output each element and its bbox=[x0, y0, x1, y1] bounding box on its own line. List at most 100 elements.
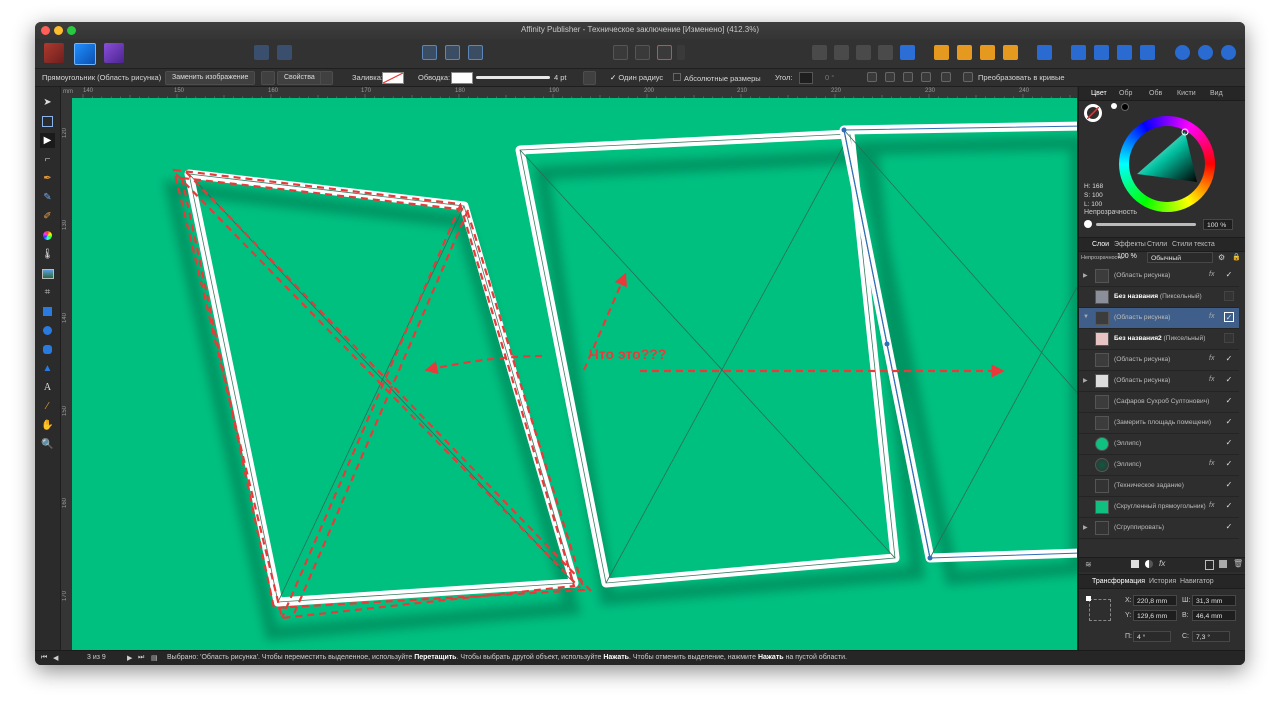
tab-view[interactable]: Вид bbox=[1210, 90, 1223, 97]
triangle-tool-icon[interactable]: ▲ bbox=[40, 361, 55, 376]
convert-curves-icon[interactable] bbox=[963, 72, 973, 82]
layer-row[interactable]: Без названия (Пиксельный) bbox=[1079, 287, 1239, 308]
layer-visibility-checkbox[interactable]: ✓ bbox=[1224, 396, 1234, 406]
layer-row[interactable]: (Замерить площадь помещени) ✓ bbox=[1079, 413, 1239, 434]
document-setup-icon[interactable] bbox=[254, 45, 269, 60]
layer-row[interactable]: ▶ (Область рисунка) fx ✓ bbox=[1079, 266, 1239, 287]
picture-frame-icon[interactable] bbox=[40, 266, 55, 281]
layer-visibility-checkbox[interactable]: ✓ bbox=[1224, 480, 1234, 490]
transform-origin-icon[interactable] bbox=[867, 72, 877, 82]
angle-value[interactable]: 0 ° bbox=[825, 73, 834, 82]
stroke-settings-gear-icon[interactable] bbox=[583, 71, 596, 85]
preflight-icon[interactable] bbox=[277, 45, 292, 60]
page-options-icon[interactable]: ▤ bbox=[151, 654, 158, 662]
layers-stack-icon[interactable]: ≋ bbox=[1085, 560, 1092, 569]
rounded-rectangle-icon[interactable] bbox=[40, 342, 55, 357]
tab-brushes[interactable]: Кисти bbox=[1177, 90, 1196, 97]
tab-stroke[interactable]: Обв bbox=[1149, 90, 1162, 97]
group-layer-icon[interactable] bbox=[1219, 560, 1227, 568]
opacity-slider[interactable] bbox=[1096, 223, 1196, 226]
show-text-wrap-icon[interactable] bbox=[1198, 45, 1213, 60]
selection-handle[interactable] bbox=[841, 127, 847, 133]
snap-center-icon[interactable] bbox=[468, 45, 483, 60]
layer-disclosure-icon[interactable]: ▶ bbox=[1083, 524, 1088, 531]
flip-vertical-icon[interactable] bbox=[1094, 45, 1109, 60]
snap-bounds-icon[interactable] bbox=[445, 45, 460, 60]
y-field[interactable]: 129,6 mm bbox=[1133, 610, 1177, 621]
mask-layer-icon[interactable] bbox=[1131, 560, 1139, 568]
first-page-icon[interactable]: ⏮ bbox=[41, 654, 47, 662]
layer-row[interactable]: (Эллипс) fx ✓ bbox=[1079, 455, 1239, 476]
assets-icon[interactable] bbox=[1221, 45, 1236, 60]
stroke-width-value[interactable]: 4 pt bbox=[554, 73, 567, 82]
previous-page-icon[interactable]: ◀ bbox=[53, 654, 58, 662]
layer-row[interactable]: (Сафаров Сухроб Султонович) ✓ bbox=[1079, 392, 1239, 413]
boolean-divide-icon[interactable] bbox=[900, 45, 915, 60]
layer-row[interactable]: (Область рисунка) fx ✓ bbox=[1079, 350, 1239, 371]
layer-row[interactable]: (Эллипс) ✓ bbox=[1079, 434, 1239, 455]
layer-row[interactable]: ▼ (Область рисунка) fx ✓ bbox=[1079, 308, 1239, 329]
snapping-magnet-icon[interactable] bbox=[657, 45, 672, 60]
ellipse-tool-icon[interactable] bbox=[40, 323, 55, 338]
arrange-back-icon[interactable] bbox=[934, 45, 949, 60]
tab-layers[interactable]: Слои bbox=[1092, 241, 1109, 248]
layer-fx-icon[interactable]: fx bbox=[1209, 271, 1214, 278]
layer-row[interactable]: Без названия2 (Пиксельный) bbox=[1079, 329, 1239, 350]
anchor-point-selector[interactable] bbox=[1086, 596, 1111, 621]
selection-handle[interactable] bbox=[927, 555, 933, 561]
rotate-left-icon[interactable] bbox=[1117, 45, 1132, 60]
picker-black-icon[interactable] bbox=[1121, 103, 1129, 111]
boolean-add-icon[interactable] bbox=[812, 45, 827, 60]
tab-navigator[interactable]: Навигатор bbox=[1180, 578, 1214, 585]
height-field[interactable]: 46,4 mm bbox=[1192, 610, 1236, 621]
snap-frame-icon[interactable] bbox=[422, 45, 437, 60]
layer-row[interactable]: (Техническое задание) ✓ bbox=[1079, 476, 1239, 497]
color-picker-icon[interactable]: ⁄ bbox=[40, 399, 55, 414]
corner-tool-icon[interactable]: ⌐ bbox=[40, 152, 55, 167]
publisher-persona-icon[interactable] bbox=[74, 43, 96, 65]
insert-text-wrap-icon[interactable] bbox=[1175, 45, 1190, 60]
rotate-right-icon[interactable] bbox=[1140, 45, 1155, 60]
layer-fx-icon[interactable]: fx bbox=[1209, 376, 1214, 383]
tab-color[interactable]: Цвет bbox=[1091, 90, 1107, 97]
fit-icon[interactable] bbox=[903, 72, 913, 82]
layer-fx-icon[interactable]: fx bbox=[1209, 502, 1214, 509]
layer-visibility-checkbox[interactable] bbox=[1224, 333, 1234, 343]
artistic-text-icon[interactable]: A bbox=[40, 380, 55, 395]
layer-disclosure-icon[interactable]: ▶ bbox=[1083, 272, 1088, 279]
layer-visibility-checkbox[interactable]: ✓ bbox=[1224, 270, 1234, 280]
contour-icon[interactable] bbox=[941, 72, 951, 82]
layer-fx-icon[interactable]: fx bbox=[1209, 355, 1214, 362]
grid-icon[interactable] bbox=[613, 45, 628, 60]
layer-visibility-checkbox[interactable]: ✓ bbox=[1224, 522, 1234, 532]
canvas-artwork[interactable] bbox=[72, 98, 1077, 650]
tab-swatches[interactable]: Обр bbox=[1119, 90, 1132, 97]
stroke-swatch[interactable] bbox=[451, 72, 473, 84]
lock-icon[interactable]: 🔒 bbox=[1232, 253, 1241, 261]
angle-swatch[interactable] bbox=[799, 72, 813, 84]
pen-tool-icon[interactable]: ✒ bbox=[40, 171, 55, 186]
arrange-backward-icon[interactable] bbox=[957, 45, 972, 60]
layer-visibility-checkbox[interactable]: ✓ bbox=[1224, 312, 1234, 322]
x-field[interactable]: 220,8 mm bbox=[1133, 595, 1177, 606]
picker-white-icon[interactable] bbox=[1111, 103, 1117, 109]
layer-visibility-checkbox[interactable]: ✓ bbox=[1224, 438, 1234, 448]
designer-persona-icon[interactable] bbox=[44, 43, 64, 63]
layer-visibility-checkbox[interactable]: ✓ bbox=[1224, 417, 1234, 427]
fx-layer-icon[interactable]: fx bbox=[1159, 559, 1165, 568]
layer-fx-icon[interactable]: fx bbox=[1209, 460, 1214, 467]
rectangle-tool-icon[interactable] bbox=[40, 304, 55, 319]
boolean-xor-icon[interactable] bbox=[878, 45, 893, 60]
layer-visibility-checkbox[interactable]: ✓ bbox=[1224, 459, 1234, 469]
arrange-forward-icon[interactable] bbox=[980, 45, 995, 60]
width-field[interactable]: 31,3 mm bbox=[1192, 595, 1236, 606]
fill-stroke-selector-icon[interactable] bbox=[1084, 104, 1102, 122]
crop-icon[interactable] bbox=[885, 72, 895, 82]
replace-image-button[interactable]: Заменить изображение bbox=[165, 71, 256, 85]
transparency-tool-icon[interactable]: 🌡 bbox=[40, 247, 55, 262]
flip-horizontal-icon[interactable] bbox=[1071, 45, 1086, 60]
frame-options-icon[interactable] bbox=[320, 71, 333, 85]
boolean-intersect-icon[interactable] bbox=[856, 45, 871, 60]
boolean-subtract-icon[interactable] bbox=[834, 45, 849, 60]
layer-row[interactable]: ▶ (Область рисунка) fx ✓ bbox=[1079, 371, 1239, 392]
